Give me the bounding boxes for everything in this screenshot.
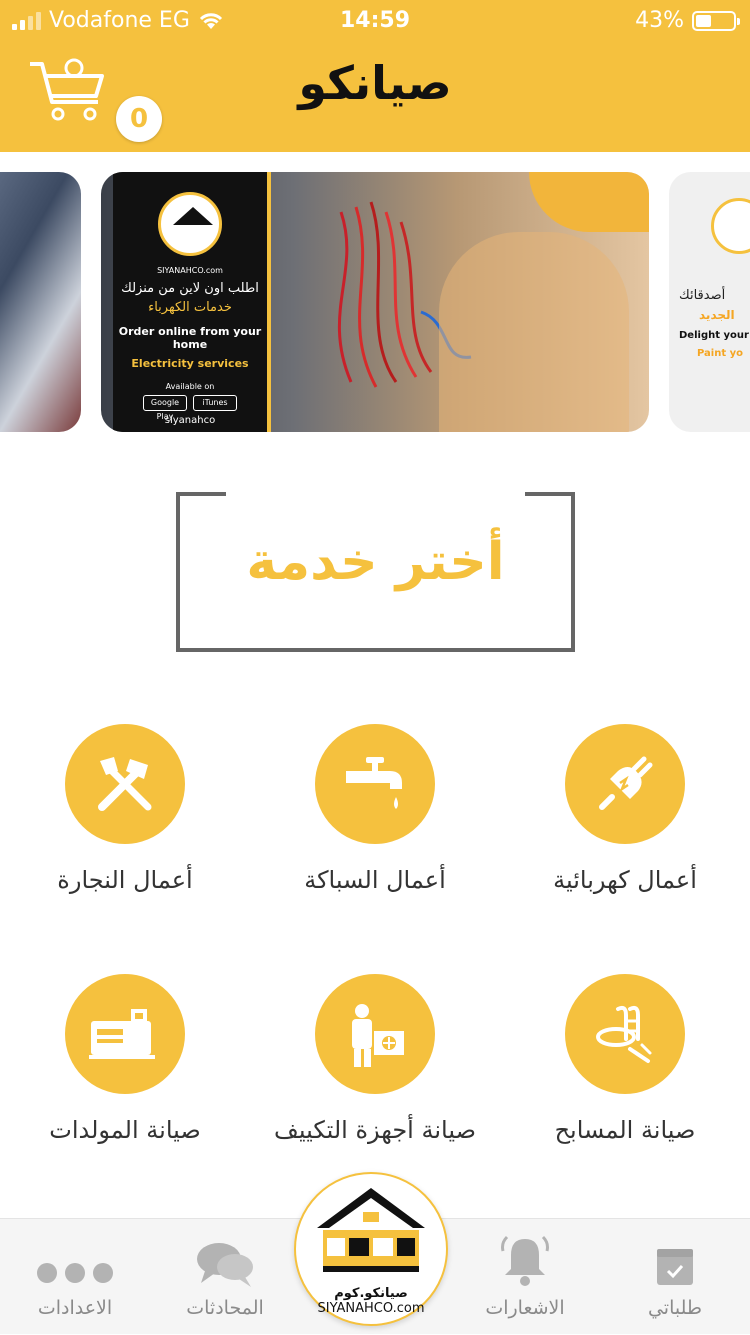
center-brand-en: SIYANAHCO.com	[317, 1301, 425, 1316]
available-on-text: Available on	[165, 382, 215, 391]
choose-service-title: أختر خدمة	[246, 532, 505, 592]
tab-chats[interactable]: المحادثات	[150, 1219, 300, 1335]
app-header: 0 صيانكو	[0, 40, 750, 152]
tab-notifications-label: الاشعارات	[485, 1297, 565, 1319]
bell-icon	[450, 1219, 600, 1289]
service-label: صيانة المولدات	[49, 1116, 201, 1144]
promo-site: siyanahco	[164, 415, 216, 426]
service-circle	[65, 974, 185, 1094]
service-label: صيانة أجهزة التكييف	[274, 1116, 476, 1144]
siyanahco-logo-small-icon	[711, 198, 750, 254]
service-circle	[565, 724, 685, 844]
center-home-button[interactable]: صيانكو.كوم SIYANAHCO.com	[294, 1172, 448, 1326]
battery-icon	[692, 10, 740, 31]
pool-ladder-icon	[596, 1005, 652, 1063]
promo-line-ar-2: خدمات الكهرباء	[148, 300, 232, 315]
service-label: أعمال كهربائية	[553, 866, 697, 894]
promo-panel: SIYANAHCO.com اطلب اون لاين من منزلك خدم…	[113, 172, 271, 432]
service-circle	[315, 724, 435, 844]
order-box-icon	[600, 1219, 750, 1289]
tools-icon	[98, 757, 152, 811]
battery-percent: 43%	[635, 8, 684, 33]
google-play-badge: Google Play	[143, 395, 187, 421]
next-slide-line-en-1: Delight your	[679, 330, 749, 341]
tab-chats-label: المحادثات	[186, 1297, 264, 1319]
service-label: أعمال النجارة	[57, 866, 193, 894]
ac-technician-icon	[352, 1004, 404, 1067]
tab-settings-label: الاعدادات	[37, 1297, 113, 1319]
center-brand-ar: صيانكو.كوم	[334, 1286, 408, 1301]
itunes-badge: iTunes	[193, 395, 237, 411]
service-circle	[65, 724, 185, 844]
more-dots-icon	[0, 1219, 150, 1289]
next-slide-line-ar-2: الجديد	[699, 308, 735, 322]
carousel-slide-next[interactable]: أصدقائك الجديد Delight your Paint yo	[669, 172, 750, 432]
carousel-slide-previous[interactable]	[0, 172, 81, 432]
promo-logo-text: SIYANAHCO.com	[157, 266, 223, 275]
status-bar: Vodafone EG 14:59 43%	[0, 0, 750, 40]
service-generators[interactable]: صيانة المولدات	[0, 974, 255, 1144]
siyanahco-logo-icon	[158, 192, 222, 256]
carousel-slide-current[interactable]: SIYANAHCO.com اطلب اون لاين من منزلك خدم…	[101, 172, 649, 432]
siyanahco-house-logo-icon	[317, 1188, 425, 1272]
service-plumbing[interactable]: أعمال السباكة	[245, 724, 505, 894]
tab-orders-label: طلباتي	[647, 1297, 703, 1319]
plug-icon	[599, 756, 653, 810]
service-label: أعمال السباكة	[304, 866, 446, 894]
chat-bubbles-icon	[150, 1219, 300, 1289]
tab-settings[interactable]: الاعدادات	[0, 1219, 150, 1335]
service-pools[interactable]: صيانة المسابح	[495, 974, 750, 1144]
promo-line-en-1: Order online from your home	[118, 325, 262, 351]
generator-icon	[89, 1009, 155, 1059]
tab-orders[interactable]: طلباتي	[600, 1219, 750, 1335]
status-right: 43%	[635, 8, 740, 33]
promo-line-en-2: Electricity services	[131, 357, 249, 370]
service-electrical[interactable]: أعمال كهربائية	[495, 724, 750, 894]
tab-notifications[interactable]: الاشعارات	[450, 1219, 600, 1335]
electrician-image	[439, 232, 629, 432]
service-circle	[565, 974, 685, 1094]
faucet-icon	[346, 757, 402, 809]
service-label: صيانة المسابح	[554, 1116, 696, 1144]
next-slide-line-ar-1: أصدقائك	[679, 288, 726, 303]
choose-service-frame: أختر خدمة	[176, 492, 575, 652]
next-slide-line-en-2: Paint yo	[697, 348, 744, 359]
battery-level	[696, 14, 712, 27]
promo-carousel[interactable]: SIYANAHCO.com اطلب اون لاين من منزلك خدم…	[0, 172, 750, 432]
app-title: صيانكو	[298, 56, 452, 110]
service-circle	[315, 974, 435, 1094]
store-badges: Google Play iTunes	[113, 395, 267, 421]
hard-hat-image	[529, 172, 649, 232]
promo-line-ar-1: اطلب اون لاين من منزلك	[121, 281, 259, 296]
service-ac[interactable]: صيانة أجهزة التكييف	[245, 974, 505, 1144]
service-carpentry[interactable]: أعمال النجارة	[0, 724, 255, 894]
